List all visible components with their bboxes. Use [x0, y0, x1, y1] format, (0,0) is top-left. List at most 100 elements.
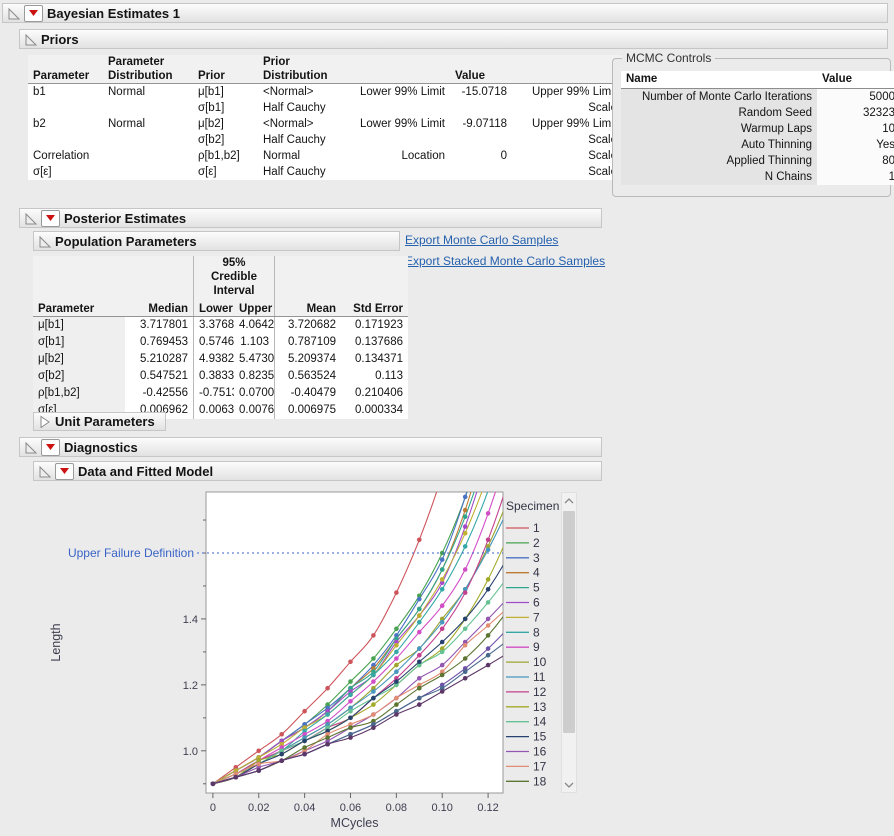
- legend-item-specimen-5[interactable]: 5: [506, 581, 540, 595]
- outline-bar-posterior-estimates[interactable]: Posterior Estimates: [19, 208, 602, 228]
- section-title: Priors: [41, 32, 79, 47]
- legend-item-specimen-6[interactable]: 6: [506, 596, 540, 610]
- legend-item-specimen-4[interactable]: 4: [506, 566, 540, 580]
- legend-item-specimen-14[interactable]: 14: [506, 715, 547, 729]
- data-point-specimen-21: [234, 775, 239, 780]
- section-title: Data and Fitted Model: [78, 464, 213, 479]
- data-point-specimen-1: [417, 538, 422, 543]
- outline-bar-unit-parameters[interactable]: Unit Parameters: [33, 412, 166, 431]
- data-point-specimen-1: [394, 590, 399, 595]
- pop-cell: 0.547521: [125, 368, 194, 385]
- priors-cell: -15.0718: [450, 84, 512, 101]
- legend-item-specimen-9[interactable]: 9: [506, 640, 540, 654]
- data-point-specimen-21: [394, 712, 399, 717]
- groupbox-label: MCMC Controls: [622, 51, 715, 65]
- legend-item-specimen-1[interactable]: 1: [506, 521, 540, 535]
- export-monte-carlo-link[interactable]: Export Monte Carlo Samples: [405, 233, 558, 247]
- priors-header: [512, 55, 622, 84]
- export-stacked-monte-carlo-link[interactable]: Export Stacked Monte Carlo Samples: [405, 254, 605, 268]
- scroll-down-button[interactable]: [562, 777, 576, 792]
- mcmc-value-cell: 10: [817, 121, 894, 137]
- legend-item-specimen-11[interactable]: 11: [506, 670, 546, 684]
- data-point-specimen-11: [371, 689, 376, 694]
- legend-item-specimen-8[interactable]: 8: [506, 625, 540, 639]
- section-title: Bayesian Estimates 1: [47, 6, 180, 21]
- mcmc-row: Random Seed32323: [621, 105, 894, 121]
- outline-bar-bayesian-estimates[interactable]: Bayesian Estimates 1: [2, 3, 888, 23]
- data-point-specimen-5: [440, 567, 445, 572]
- population-parameters-table: 95% Credible IntervalParameterMedianLowe…: [33, 256, 408, 419]
- legend-scrollbar[interactable]: [561, 492, 577, 793]
- data-point-specimen-15: [371, 696, 376, 701]
- disclosure-open-icon[interactable]: [24, 212, 37, 225]
- disclosure-open-icon[interactable]: [24, 441, 37, 454]
- data-point-specimen-14: [440, 650, 445, 655]
- legend-item-label: 5: [533, 581, 540, 595]
- pop-cell: ρ[b1,b2]: [33, 385, 125, 402]
- priors-cell: b2: [28, 116, 103, 132]
- legend-item-specimen-17[interactable]: 17: [506, 759, 547, 773]
- red-triangle-icon: [45, 214, 56, 222]
- mcmc-name-cell: Warmup Laps: [621, 121, 817, 137]
- data-point-specimen-3: [440, 557, 445, 562]
- legend-item-label: 9: [533, 640, 540, 654]
- red-menu-button[interactable]: [55, 463, 74, 480]
- pop-cell: 0.210406: [341, 385, 408, 402]
- disclosure-closed-icon[interactable]: [38, 415, 51, 428]
- red-menu-button[interactable]: [41, 210, 60, 227]
- data-point-specimen-13: [486, 577, 491, 582]
- priors-cell: Normal: [258, 148, 348, 164]
- scroll-up-button[interactable]: [562, 493, 576, 508]
- legend-item-specimen-16[interactable]: 16: [506, 745, 547, 759]
- disclosure-open-icon[interactable]: [24, 33, 37, 46]
- outline-bar-diagnostics[interactable]: Diagnostics: [19, 437, 602, 457]
- red-menu-button[interactable]: [41, 439, 60, 456]
- priors-cell: Upper 99% Limit: [512, 116, 622, 132]
- data-point-specimen-10: [394, 663, 399, 668]
- data-point-specimen-21: [211, 782, 216, 787]
- legend-item-specimen-10[interactable]: 10: [506, 655, 547, 669]
- data-point-specimen-12: [417, 653, 422, 658]
- legend-title: Specimen: [506, 499, 559, 513]
- legend-item-label: 1: [533, 521, 540, 535]
- scrollbar-thumb[interactable]: [563, 511, 575, 733]
- pop-cell: 0.574609: [194, 334, 235, 351]
- pop-cell: 0.823527: [234, 368, 275, 385]
- pop-cell: 0.787109: [275, 334, 342, 351]
- priors-cell: Half Cauchy: [258, 164, 348, 180]
- data-point-specimen-2: [371, 656, 376, 661]
- legend-item-specimen-18[interactable]: 18: [506, 774, 547, 788]
- legend-item-specimen-12[interactable]: 12: [506, 685, 547, 699]
- data-point-specimen-5: [417, 607, 422, 612]
- pop-cell: 0.137686: [341, 334, 408, 351]
- outline-bar-data-and-fitted-model[interactable]: Data and Fitted Model: [33, 461, 602, 481]
- legend-item-specimen-7[interactable]: 7: [506, 610, 540, 624]
- data-point-specimen-12: [463, 590, 468, 595]
- mcmc-controls-table: NameValueNumber of Monte Carlo Iteration…: [621, 71, 894, 185]
- outline-bar-priors[interactable]: Priors: [19, 29, 888, 49]
- disclosure-open-icon[interactable]: [7, 7, 20, 20]
- disclosure-open-icon[interactable]: [38, 465, 51, 478]
- outline-bar-population-parameters[interactable]: Population Parameters: [33, 231, 400, 251]
- data-point-specimen-15: [440, 640, 445, 645]
- data-point-specimen-3: [417, 597, 422, 602]
- legend-item-specimen-13[interactable]: 13: [506, 700, 547, 714]
- priors-cell: Scale: [512, 132, 622, 148]
- priors-cell: [28, 100, 103, 116]
- red-menu-button[interactable]: [24, 5, 43, 22]
- priors-cell: [103, 164, 193, 180]
- legend-item-specimen-3[interactable]: 3: [506, 551, 540, 565]
- legend-item-specimen-2[interactable]: 2: [506, 536, 540, 550]
- data-point-specimen-17: [486, 623, 491, 628]
- disclosure-open-icon[interactable]: [38, 235, 51, 248]
- priors-cell: Half Cauchy: [258, 132, 348, 148]
- priors-cell: Upper 99% Limit: [512, 84, 622, 101]
- data-point-specimen-16: [486, 617, 491, 622]
- pop-cell: 3.376836: [194, 317, 235, 335]
- x-tick-label: 0.04: [294, 802, 315, 814]
- pop-cell: 0.769453: [125, 334, 194, 351]
- legend-item-label: 18: [533, 774, 547, 788]
- legend-item-specimen-15[interactable]: 15: [506, 730, 547, 744]
- pop-row: σ[b2]0.5475210.3833380.8235270.5635240.1…: [33, 368, 408, 385]
- pop-row: ρ[b1,b2]-0.42556-0.751330.070053-0.40479…: [33, 385, 408, 402]
